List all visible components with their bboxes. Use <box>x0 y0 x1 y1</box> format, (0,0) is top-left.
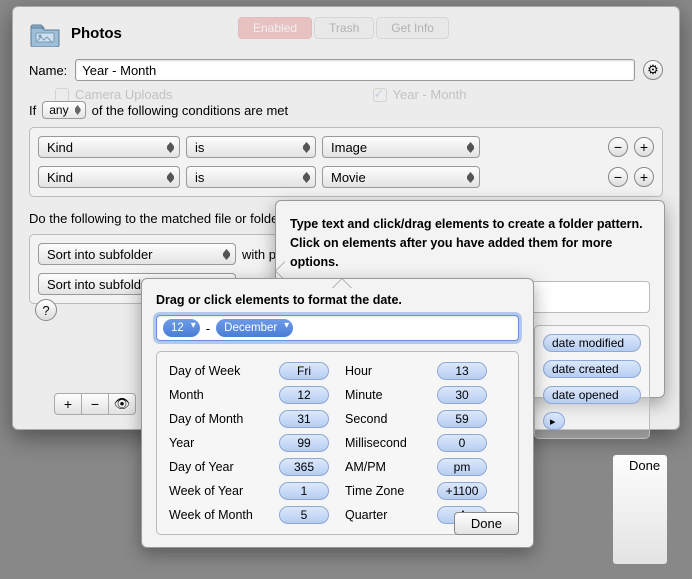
name-input[interactable] <box>75 59 635 81</box>
eye-icon: 👁 <box>114 396 131 412</box>
elem-token[interactable]: Fri <box>279 362 329 380</box>
elem-token[interactable]: +1100 <box>437 482 487 500</box>
elem-token[interactable]: 13 <box>437 362 487 380</box>
rule2-val[interactable]: Movie <box>322 166 480 188</box>
if-any-select[interactable]: any <box>42 101 85 119</box>
elem-label: Hour <box>345 364 425 378</box>
elem-token[interactable]: pm <box>437 458 487 476</box>
page-title: Photos <box>71 25 122 42</box>
elem-token[interactable]: 12 <box>279 386 329 404</box>
if-row: If any of the following conditions are m… <box>29 101 663 119</box>
elem-token[interactable]: 31 <box>279 410 329 428</box>
ghost-check-1 <box>55 88 69 102</box>
rule2-attr[interactable]: Kind <box>38 166 180 188</box>
elem-label: Day of Month <box>169 412 267 426</box>
elem-token[interactable]: 30 <box>437 386 487 404</box>
elem-label: Week of Year <box>169 484 267 498</box>
rule1-val[interactable]: Image <box>322 136 480 158</box>
ghost-btn-info: Get Info <box>376 17 449 39</box>
elem-label: Second <box>345 412 425 426</box>
date-format-input[interactable]: 12 - December <box>156 315 519 341</box>
ghost-check-2 <box>373 88 387 102</box>
rule1-attr[interactable]: Kind <box>38 136 180 158</box>
pattern-popover-title: Type text and click/drag elements to cre… <box>290 215 650 271</box>
ghost-btn-trash: Trash <box>314 17 374 39</box>
elem-token[interactable]: 1 <box>279 482 329 500</box>
ghost-tab-1: Camera Uploads <box>75 87 173 102</box>
token-date-modified[interactable]: date modified <box>543 334 641 352</box>
elem-token[interactable]: 59 <box>437 410 487 428</box>
rule-row-1: Kind is Image − + <box>34 132 658 162</box>
elem-label: Day of Year <box>169 460 267 474</box>
token-date-opened[interactable]: date opened <box>543 386 641 404</box>
bottom-toolbar: + − 👁 <box>55 393 136 415</box>
elem-token[interactable]: 99 <box>279 434 329 452</box>
elem-label: Month <box>169 388 267 402</box>
help-button[interactable]: ? <box>35 299 57 321</box>
elem-token[interactable]: 365 <box>279 458 329 476</box>
elem-label: Quarter <box>345 508 425 522</box>
elem-label: Week of Month <box>169 508 267 522</box>
gear-icon: ⚙ <box>647 62 659 78</box>
rule1-add[interactable]: + <box>634 137 654 157</box>
fmt-token-month-num[interactable]: 12 <box>163 319 200 337</box>
fmt-token-month-name[interactable]: December <box>216 319 293 337</box>
ghost-tab-2: Year - Month <box>393 87 467 102</box>
elem-label: Day of Week <box>169 364 267 378</box>
date-elements-box: Day of Week Fri Hour 13 Month 12 Minute 30 Day o… <box>156 351 519 535</box>
date-format-title: Drag or click elements to format the dat… <box>156 293 519 307</box>
token-more[interactable]: ▸ <box>543 412 565 430</box>
ghost-btn-enabled: Enabled <box>238 17 312 39</box>
if-post: of the following conditions are met <box>92 103 289 118</box>
elem-label: AM/PM <box>345 460 425 474</box>
elem-token[interactable]: 5 <box>279 506 329 524</box>
preview-button[interactable]: 👁 <box>108 393 136 415</box>
elem-label: Millisecond <box>345 436 425 450</box>
rule2-add[interactable]: + <box>634 167 654 187</box>
ghost-tabs: Camera Uploads Year - Month <box>55 87 467 102</box>
rules-box: Kind is Image − + Kind is Movie − + <box>29 127 663 197</box>
remove-button[interactable]: − <box>81 393 109 415</box>
rule2-op[interactable]: is <box>186 166 316 188</box>
elem-label: Year <box>169 436 267 450</box>
token-date-created[interactable]: date created <box>543 360 641 378</box>
name-row: Name: ⚙ <box>13 51 679 91</box>
date-done-button[interactable]: Done <box>454 512 519 535</box>
folder-icon <box>29 19 61 47</box>
rule1-remove[interactable]: − <box>608 137 628 157</box>
elem-token[interactable]: 0 <box>437 434 487 452</box>
if-pre: If <box>29 103 36 118</box>
ghost-toolbar: Enabled Trash Get Info <box>238 17 449 39</box>
name-label: Name: <box>29 63 67 78</box>
rule2-remove[interactable]: − <box>608 167 628 187</box>
action1-select[interactable]: Sort into subfolder <box>38 243 236 265</box>
date-format-popover: Drag or click elements to format the dat… <box>141 278 534 548</box>
tokens-palette: date modified date created date opened ▸ <box>534 325 650 439</box>
rule-row-2: Kind is Movie − + <box>34 162 658 192</box>
gear-button[interactable]: ⚙ <box>643 60 663 80</box>
chevron-right-icon: ▸ <box>550 415 556 428</box>
outer-done-button[interactable]: Done <box>612 454 668 565</box>
add-button[interactable]: + <box>54 393 82 415</box>
rule1-op[interactable]: is <box>186 136 316 158</box>
fmt-separator: - <box>204 321 212 336</box>
elem-label: Time Zone <box>345 484 425 498</box>
elem-label: Minute <box>345 388 425 402</box>
